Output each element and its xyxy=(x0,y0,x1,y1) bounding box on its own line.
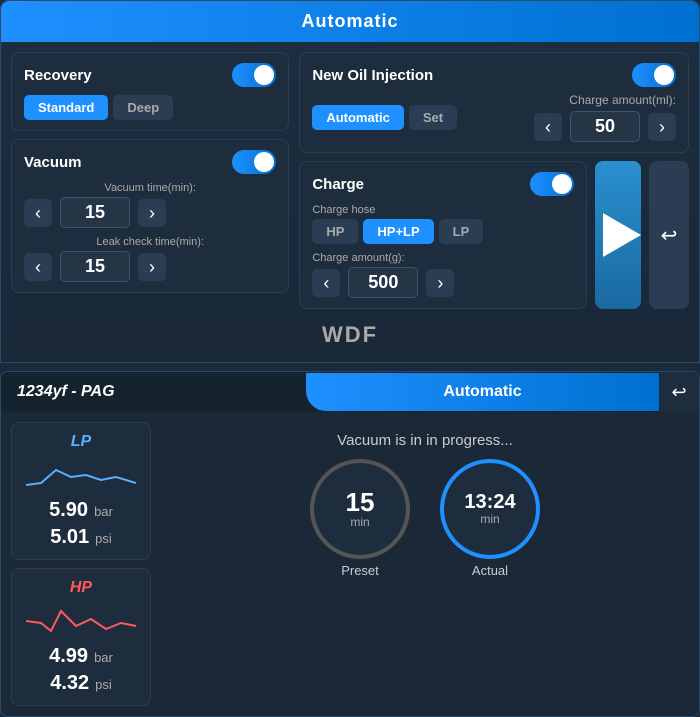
vacuum-time-label: Vacuum time(min): xyxy=(24,182,276,194)
bottom-mode-title: Automatic xyxy=(443,383,521,400)
top-header-title: Automatic xyxy=(301,11,398,31)
preset-timer-card: 15 min Preset xyxy=(310,459,410,578)
play-button[interactable] xyxy=(595,161,641,309)
leak-check-label: Leak check time(min): xyxy=(24,236,276,248)
play-back-wrapper: ↩ xyxy=(595,161,689,309)
top-back-button[interactable]: ↩ xyxy=(649,161,689,309)
charge-toggle[interactable] xyxy=(530,172,574,196)
charge-amount-increase[interactable]: › xyxy=(426,269,454,297)
recovery-card: Recovery Standard Deep xyxy=(11,52,289,131)
hp-psi-unit: psi xyxy=(95,677,112,692)
lp-graph xyxy=(22,455,140,495)
charge-lp-btn[interactable]: LP xyxy=(439,219,484,244)
recovery-toggle[interactable] xyxy=(232,63,276,87)
preset-timer-circle: 15 min xyxy=(310,459,410,559)
charge-amount-g-label: Charge amount(g): xyxy=(312,252,574,264)
hp-bar-value: 4.99 xyxy=(49,645,88,668)
oil-injection-title: New Oil Injection xyxy=(312,67,433,84)
oil-set-btn[interactable]: Set xyxy=(409,105,457,130)
oil-amount-stepper: ‹ 50 › xyxy=(534,111,676,142)
oil-amount-increase[interactable]: › xyxy=(648,113,676,141)
actual-timer-value: 13:24 xyxy=(464,492,515,512)
top-panel-header: Automatic xyxy=(1,1,699,42)
timers-row: 15 min Preset 13:24 min Actual xyxy=(310,459,540,578)
vacuum-card: Vacuum Vacuum time(min): ‹ 15 › Leak che… xyxy=(11,139,289,293)
leak-check-decrease[interactable]: ‹ xyxy=(24,253,52,281)
bottom-back-icon: ↩ xyxy=(671,382,686,403)
actual-timer-unit: min xyxy=(480,512,499,526)
oil-amount-value: 50 xyxy=(570,111,640,142)
top-panel: Automatic Recovery Standard Deep Vacuum xyxy=(0,0,700,363)
right-column: New Oil Injection Automatic Set Charge a… xyxy=(299,52,689,309)
bottom-header: 1234yf - PAG Automatic ↩ xyxy=(1,372,699,412)
lp-psi-row: 5.01 psi xyxy=(22,526,140,549)
recovery-title: Recovery xyxy=(24,67,92,84)
leak-check-increase[interactable]: › xyxy=(138,253,166,281)
actual-timer-label: Actual xyxy=(472,563,508,578)
oil-injection-toggle[interactable] xyxy=(632,63,676,87)
gauge-column: LP 5.90 bar 5.01 psi HP xyxy=(11,422,151,706)
actual-timer-circle: 13:24 min xyxy=(440,459,540,559)
lp-bar-value: 5.90 xyxy=(49,499,88,522)
lp-bar-unit: bar xyxy=(94,504,113,519)
recovery-deep-btn[interactable]: Deep xyxy=(113,95,173,120)
lp-label: LP xyxy=(22,433,140,451)
preset-timer-unit: min xyxy=(350,515,369,529)
charge-amount-ml-label: Charge amount(ml): xyxy=(569,93,676,107)
vacuum-time-value: 15 xyxy=(60,197,130,228)
charge-hp-lp-btn[interactable]: HP+LP xyxy=(363,219,433,244)
charge-title: Charge xyxy=(312,176,364,193)
vacuum-time-decrease[interactable]: ‹ xyxy=(24,199,52,227)
hp-psi-value: 4.32 xyxy=(50,672,89,695)
recovery-mode-buttons: Standard Deep xyxy=(24,95,276,120)
refrigerant-label: 1234yf - PAG xyxy=(1,373,306,411)
oil-amount-decrease[interactable]: ‹ xyxy=(534,113,562,141)
actual-timer-card: 13:24 min Actual xyxy=(440,459,540,578)
hp-bar-unit: bar xyxy=(94,650,113,665)
bottom-panel: 1234yf - PAG Automatic ↩ LP 5.90 bar xyxy=(0,371,700,717)
left-column: Recovery Standard Deep Vacuum Vacuum tim… xyxy=(11,52,289,309)
leak-check-value: 15 xyxy=(60,251,130,282)
oil-automatic-btn[interactable]: Automatic xyxy=(312,105,404,130)
vacuum-title: Vacuum xyxy=(24,154,82,171)
lp-gauge-card: LP 5.90 bar 5.01 psi xyxy=(11,422,151,560)
bottom-right: Vacuum is in in progress... 15 min Prese… xyxy=(161,422,689,706)
charge-card: Charge Charge hose HP HP+LP LP Charge am… xyxy=(299,161,587,309)
hp-label: HP xyxy=(22,579,140,597)
lp-psi-unit: psi xyxy=(95,531,112,546)
charge-hose-buttons: HP HP+LP LP xyxy=(312,219,574,244)
charge-amount-decrease[interactable]: ‹ xyxy=(312,269,340,297)
charge-hp-btn[interactable]: HP xyxy=(312,219,358,244)
bottom-back-button[interactable]: ↩ xyxy=(659,372,699,412)
leak-check-stepper: ‹ 15 › xyxy=(24,251,276,282)
bottom-content: LP 5.90 bar 5.01 psi HP xyxy=(1,412,699,716)
oil-injection-mode-buttons: Automatic Set xyxy=(312,105,457,130)
preset-timer-value: 15 xyxy=(346,489,375,515)
lp-psi-value: 5.01 xyxy=(50,526,89,549)
vacuum-time-stepper: ‹ 15 › xyxy=(24,197,276,228)
oil-injection-card: New Oil Injection Automatic Set Charge a… xyxy=(299,52,689,153)
hp-gauge-card: HP 4.99 bar 4.32 psi xyxy=(11,568,151,706)
vacuum-toggle[interactable] xyxy=(232,150,276,174)
lp-bar-row: 5.90 bar xyxy=(22,499,140,522)
recovery-standard-btn[interactable]: Standard xyxy=(24,95,108,120)
wdf-logo: WDF xyxy=(1,314,699,352)
charge-amount-stepper: ‹ 500 › xyxy=(312,267,574,298)
hp-bar-row: 4.99 bar xyxy=(22,645,140,668)
right-bottom-row: Charge Charge hose HP HP+LP LP Charge am… xyxy=(299,161,689,309)
charge-amount-value: 500 xyxy=(348,267,418,298)
hp-psi-row: 4.32 psi xyxy=(22,672,140,695)
vacuum-time-increase[interactable]: › xyxy=(138,199,166,227)
bottom-mode-header: Automatic xyxy=(306,373,659,411)
status-text: Vacuum is in in progress... xyxy=(337,432,513,449)
preset-timer-label: Preset xyxy=(341,563,379,578)
play-icon xyxy=(603,213,641,257)
charge-hose-label: Charge hose xyxy=(312,204,574,216)
hp-graph xyxy=(22,601,140,641)
